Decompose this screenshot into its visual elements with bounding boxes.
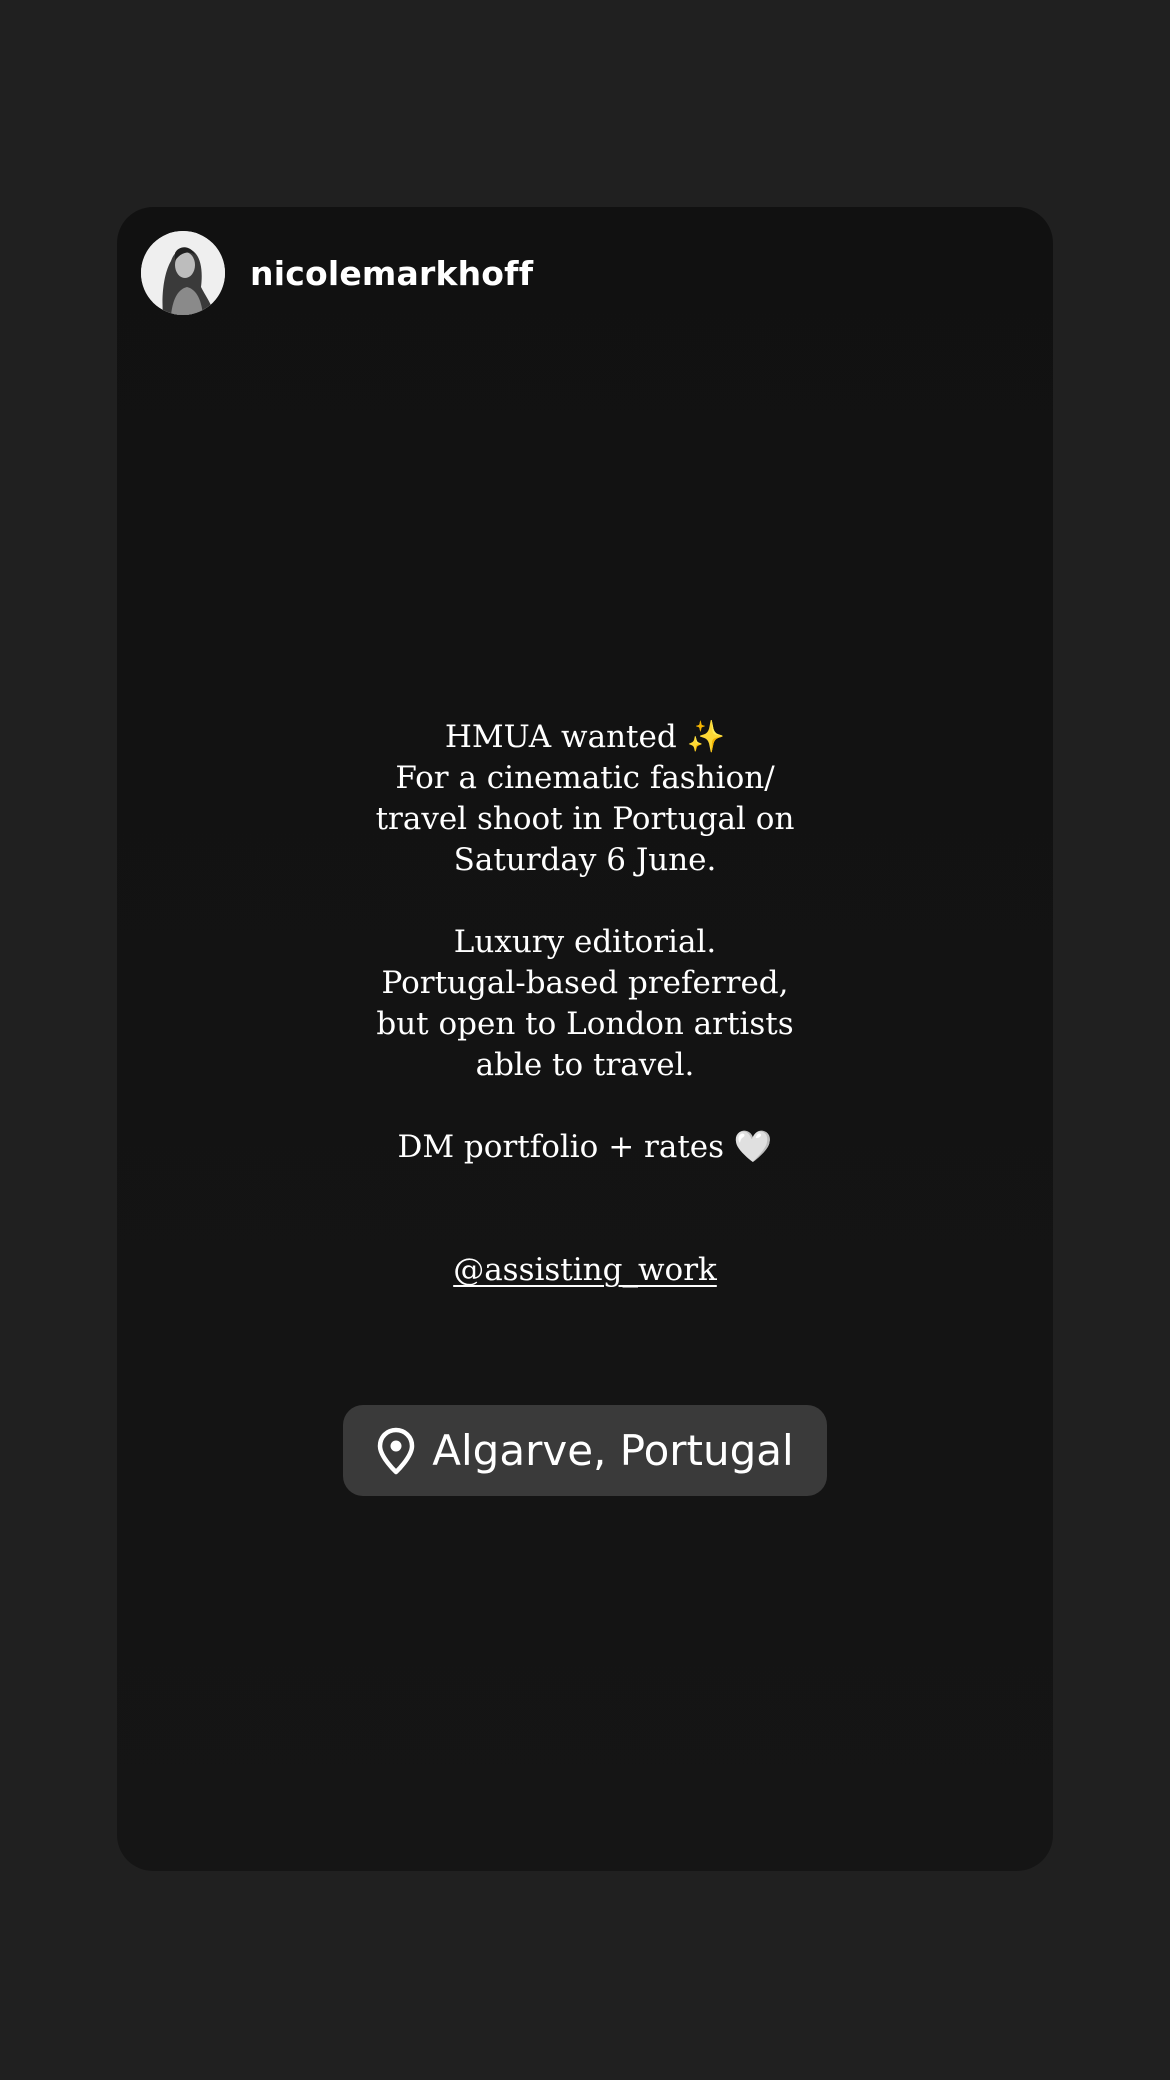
avatar[interactable] xyxy=(141,231,225,315)
location-pin-icon xyxy=(376,1427,416,1475)
story-card[interactable]: nicolemarkhoff HMUA wanted ✨ For a cinem… xyxy=(117,207,1053,1871)
caption-line: For a cinematic fashion/ xyxy=(395,760,775,796)
caption-line: but open to London artists xyxy=(376,1006,794,1042)
story-caption: HMUA wanted ✨ For a cinematic fashion/ t… xyxy=(117,717,1053,1168)
caption-line: travel shoot in Portugal on xyxy=(375,801,795,837)
caption-line: DM portfolio + rates 🤍 xyxy=(397,1129,773,1165)
location-sticker[interactable]: Algarve, Portugal xyxy=(343,1405,827,1496)
caption-line: Luxury editorial. xyxy=(453,924,717,960)
caption-line: able to travel. xyxy=(475,1047,695,1083)
profile-photo-icon xyxy=(141,231,225,315)
caption-line: HMUA wanted ✨ xyxy=(444,719,726,755)
story-header: nicolemarkhoff xyxy=(141,231,533,315)
mention-link[interactable]: @assisting_work xyxy=(453,1252,717,1288)
caption-line: Saturday 6 June. xyxy=(453,842,717,878)
caption-line: Portugal-based preferred, xyxy=(381,965,789,1001)
username[interactable]: nicolemarkhoff xyxy=(250,254,533,293)
location-label: Algarve, Portugal xyxy=(432,1426,794,1475)
mention-container: @assisting_work xyxy=(117,1248,1053,1292)
